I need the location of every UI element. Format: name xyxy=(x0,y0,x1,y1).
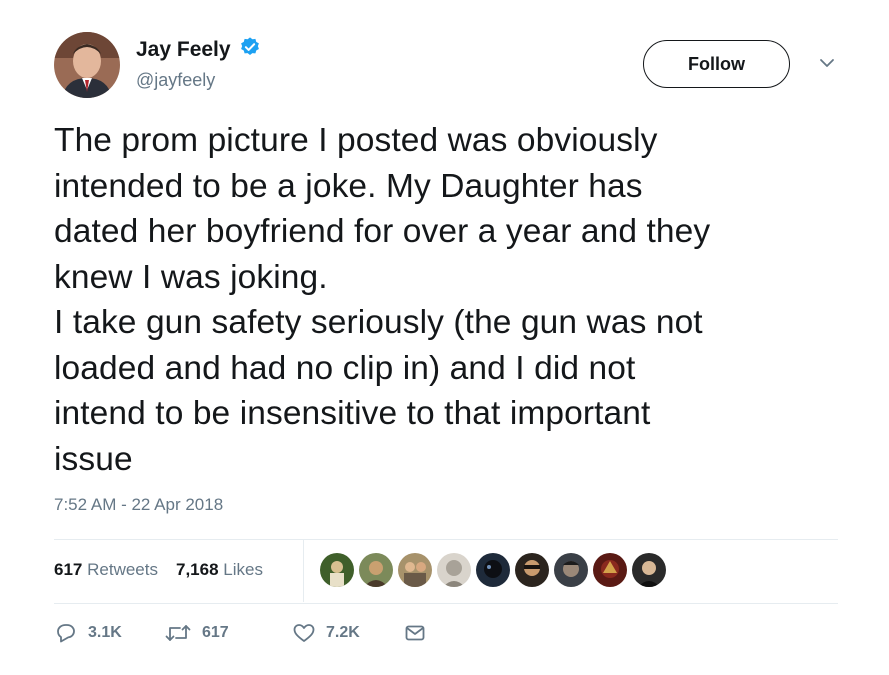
divider-bottom xyxy=(54,603,838,604)
follow-button[interactable]: Follow xyxy=(643,40,790,88)
liker-avatar-8[interactable] xyxy=(593,553,627,587)
liker-avatar-9[interactable] xyxy=(632,553,666,587)
tweet-text: The prom picture I posted was obviously … xyxy=(54,122,711,478)
likes-stat[interactable]: 7,168 Likes xyxy=(176,560,263,580)
liker-avatar-2[interactable] xyxy=(359,553,393,587)
heart-icon xyxy=(292,622,316,644)
retweet-count: 617 xyxy=(202,624,229,641)
reply-icon xyxy=(54,622,78,644)
tweet-timestamp[interactable]: 7:52 AM - 22 Apr 2018 xyxy=(54,495,223,515)
retweet-icon xyxy=(164,622,192,644)
liker-avatar-5[interactable] xyxy=(476,553,510,587)
verified-badge-icon xyxy=(239,36,261,63)
author-handle[interactable]: @jayfeely xyxy=(136,70,215,91)
retweets-label: Retweets xyxy=(87,560,158,579)
liker-avatars xyxy=(320,553,666,587)
author-name-row: Jay Feely xyxy=(136,36,261,63)
liker-avatar-4[interactable] xyxy=(437,553,471,587)
liker-avatar-3[interactable] xyxy=(398,553,432,587)
reply-button[interactable]: 3.1K xyxy=(54,622,164,644)
like-count: 7.2K xyxy=(326,624,360,641)
tweet-stats: 617 Retweets 7,168 Likes xyxy=(54,560,263,580)
liker-avatar-7[interactable] xyxy=(554,553,588,587)
tweet-actions: 3.1K 617 7.2K xyxy=(54,622,427,644)
likes-count: 7,168 xyxy=(175,560,219,579)
liker-avatar-6[interactable] xyxy=(515,553,549,587)
retweets-count: 617 xyxy=(54,560,83,579)
liker-avatar-1[interactable] xyxy=(320,553,354,587)
chevron-down-icon[interactable] xyxy=(818,56,836,70)
reply-count: 3.1K xyxy=(88,624,122,641)
like-button[interactable]: 7.2K xyxy=(292,622,403,644)
stats-divider xyxy=(303,540,304,602)
likes-label: Likes xyxy=(223,560,263,579)
retweet-button[interactable]: 617 xyxy=(164,622,292,644)
envelope-icon xyxy=(403,622,427,644)
divider-top xyxy=(54,539,838,540)
retweets-stat[interactable]: 617 Retweets xyxy=(54,560,158,580)
author-display-name[interactable]: Jay Feely xyxy=(136,38,231,62)
direct-message-button[interactable] xyxy=(403,622,427,644)
author-avatar[interactable] xyxy=(54,32,120,98)
author-avatar-image xyxy=(54,32,120,98)
